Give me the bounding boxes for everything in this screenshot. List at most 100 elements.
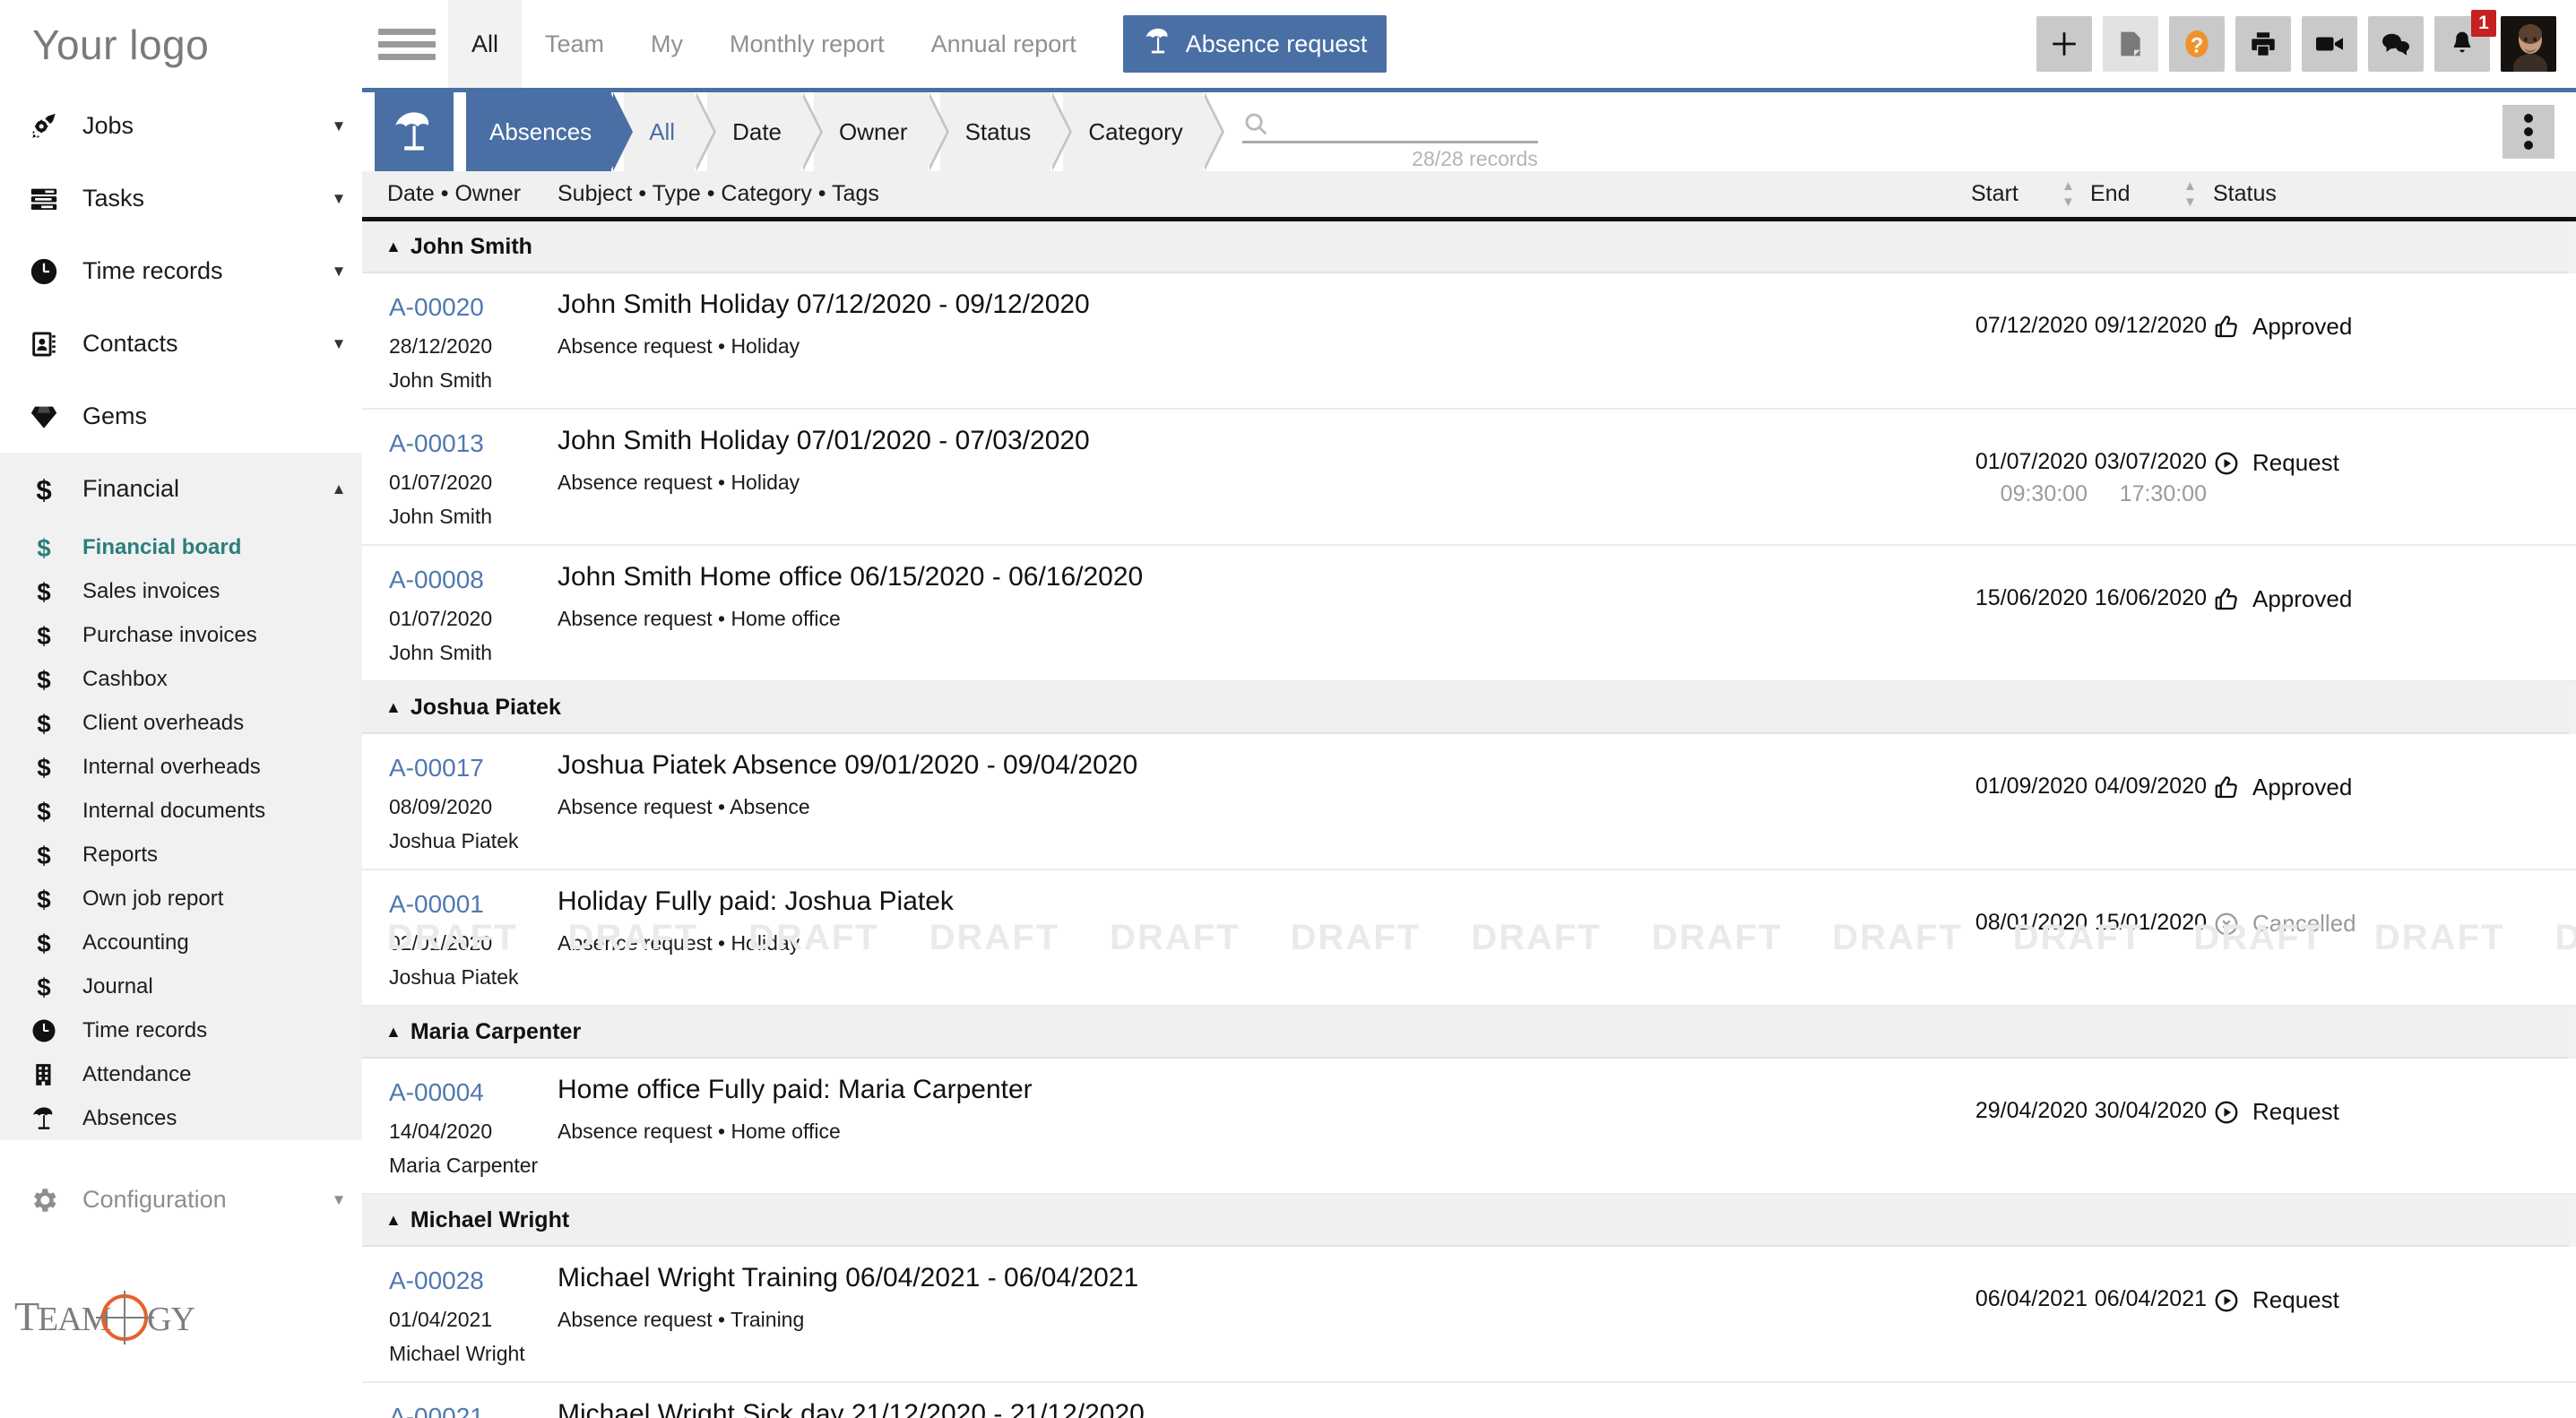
collapse-triangle-icon[interactable]: ▲ bbox=[385, 238, 402, 256]
svg-text:$: $ bbox=[37, 973, 50, 1000]
table-row[interactable]: A-00004 14/04/2020 Maria Carpenter Home … bbox=[362, 1059, 2576, 1195]
sidebar-subitem-internal-overheads[interactable]: $ Internal overheads bbox=[0, 745, 362, 789]
table-row[interactable]: A-00008 01/07/2020 John Smith John Smith… bbox=[362, 546, 2576, 682]
record-code-link[interactable]: A-00017 bbox=[389, 754, 484, 782]
document-button[interactable] bbox=[2103, 16, 2158, 72]
column-header-end[interactable]: End bbox=[2090, 181, 2130, 207]
notifications-button[interactable]: 1 bbox=[2434, 10, 2496, 72]
help-button[interactable]: ? bbox=[2169, 16, 2225, 72]
sidebar-subitem-accounting[interactable]: $ Accounting bbox=[0, 921, 362, 964]
filter-bar: Absences All Date Owner Status Category 28/28… bbox=[362, 92, 2576, 171]
chevron-down-icon[interactable]: ▼ bbox=[316, 117, 362, 135]
column-header-status[interactable]: Status bbox=[2213, 181, 2277, 207]
group-header[interactable]: ▲ Maria Carpenter bbox=[362, 1007, 2576, 1059]
table-body: ▲ John Smith A-00020 28/12/2020 John Smi… bbox=[362, 221, 2576, 1418]
table-row[interactable]: A-00013 01/07/2020 John Smith John Smith… bbox=[362, 410, 2576, 546]
table-row[interactable]: A-00001 02/01/2020 Joshua Piatek Holiday… bbox=[362, 870, 2576, 1007]
sidebar-item-time-records[interactable]: Time records ▼ bbox=[0, 235, 362, 307]
sidebar-item-tasks[interactable]: Tasks ▼ bbox=[0, 162, 362, 235]
group-header[interactable]: ▲ Michael Wright bbox=[362, 1195, 2576, 1247]
dollar-icon: $ bbox=[20, 929, 68, 956]
breadcrumb-owner[interactable]: Owner bbox=[814, 92, 949, 171]
table-row[interactable]: A-00028 01/04/2021 Michael Wright Michae… bbox=[362, 1247, 2576, 1383]
sidebar-subitem-cashbox[interactable]: $ Cashbox bbox=[0, 657, 362, 701]
notification-badge: 1 bbox=[2471, 10, 2496, 37]
table-row[interactable]: A-00017 08/09/2020 Joshua Piatek Joshua … bbox=[362, 734, 2576, 870]
sidebar-subitem-time-records[interactable]: Time records bbox=[0, 1008, 362, 1052]
dollar-icon: $ bbox=[20, 534, 68, 561]
document-icon bbox=[2121, 31, 2140, 56]
sidebar-subitem-purchase-invoices[interactable]: $ Purchase invoices bbox=[0, 613, 362, 657]
sidebar-subitem-own-job-report[interactable]: $ Own job report bbox=[0, 877, 362, 921]
avatar[interactable] bbox=[2501, 16, 2556, 72]
column-header-start[interactable]: Start bbox=[1971, 181, 2018, 207]
record-end-date: 09/12/2020 bbox=[2094, 313, 2207, 338]
sidebar-subitem-internal-documents[interactable]: $ Internal documents bbox=[0, 789, 362, 833]
sidebar-item-configuration[interactable]: Configuration ▼ bbox=[0, 1163, 362, 1236]
collapse-triangle-icon[interactable]: ▲ bbox=[385, 1211, 402, 1230]
absence-request-button[interactable]: Absence request bbox=[1122, 15, 1387, 73]
tab-annual-report[interactable]: Annual report bbox=[908, 0, 1100, 88]
table-row[interactable]: A-00020 28/12/2020 John Smith John Smith… bbox=[362, 273, 2576, 410]
sidebar-subitem-attendance[interactable]: Attendance bbox=[0, 1052, 362, 1096]
chevron-down-icon[interactable]: ▼ bbox=[316, 263, 362, 281]
building-icon bbox=[20, 1061, 68, 1088]
record-code-link[interactable]: A-00004 bbox=[389, 1078, 484, 1107]
sidebar-item-jobs[interactable]: Jobs ▼ bbox=[0, 90, 362, 162]
add-button[interactable] bbox=[2036, 16, 2092, 72]
sidebar-item-financial[interactable]: $ Financial ▲ bbox=[0, 453, 362, 525]
record-code-link[interactable]: A-00020 bbox=[389, 293, 484, 322]
sidebar-subitem-financial-board[interactable]: $ Financial board bbox=[0, 525, 362, 569]
thumbs-up-icon bbox=[2213, 586, 2240, 613]
chevron-down-icon[interactable]: ▼ bbox=[316, 190, 362, 208]
record-code-link[interactable]: A-00028 bbox=[389, 1267, 484, 1295]
group-header[interactable]: ▲ John Smith bbox=[362, 221, 2576, 273]
breadcrumb-category[interactable]: Category bbox=[1063, 92, 1224, 171]
tab-all[interactable]: All bbox=[448, 0, 523, 88]
search-input[interactable] bbox=[1268, 111, 1558, 141]
chat-button[interactable] bbox=[2368, 16, 2424, 72]
table-row[interactable]: A-00021 28/12/2020 Michael Wright Michae… bbox=[362, 1383, 2576, 1418]
record-code-link[interactable]: A-00013 bbox=[389, 429, 484, 458]
sort-end-icon[interactable]: ▲ ▼ bbox=[2183, 179, 2197, 209]
record-owner: Joshua Piatek bbox=[389, 965, 519, 989]
sidebar-subitem-reports[interactable]: $ Reports bbox=[0, 833, 362, 877]
record-code-link[interactable]: A-00021 bbox=[389, 1403, 484, 1418]
breadcrumb-absences[interactable]: Absences bbox=[466, 92, 634, 171]
column-header-date-owner[interactable]: Date • Owner bbox=[387, 181, 521, 207]
record-subject: Home office Fully paid: Maria Carpenter bbox=[558, 1075, 1033, 1104]
breadcrumb-all[interactable]: All bbox=[624, 92, 716, 171]
collapse-triangle-icon[interactable]: ▲ bbox=[385, 698, 402, 717]
record-code-link[interactable]: A-00001 bbox=[389, 890, 484, 919]
tab-monthly-report[interactable]: Monthly report bbox=[706, 0, 908, 88]
print-button[interactable] bbox=[2235, 16, 2291, 72]
record-code-link[interactable]: A-00008 bbox=[389, 566, 484, 594]
dollar-icon: $ bbox=[20, 578, 68, 605]
tab-team[interactable]: Team bbox=[522, 0, 627, 88]
record-owner: Maria Carpenter bbox=[389, 1154, 539, 1177]
group-header[interactable]: ▲ Joshua Piatek bbox=[362, 682, 2576, 734]
breadcrumb-date[interactable]: Date bbox=[707, 92, 823, 171]
parasol-icon bbox=[375, 92, 454, 171]
sidebar-subitem-journal[interactable]: $ Journal bbox=[0, 964, 362, 1008]
chevron-up-icon[interactable]: ▲ bbox=[316, 480, 362, 498]
svg-text:$: $ bbox=[37, 798, 50, 825]
sidebar-item-gems[interactable]: Gems bbox=[0, 380, 362, 453]
sidebar-subitem-absences[interactable]: Absences bbox=[0, 1096, 362, 1140]
sidebar-item-contacts[interactable]: Contacts ▼ bbox=[0, 307, 362, 380]
sidebar: Your logo Jobs ▼ Tasks ▼ Time records ▼ Con… bbox=[0, 0, 362, 1418]
hamburger-icon[interactable] bbox=[378, 28, 436, 60]
kebab-menu-icon[interactable] bbox=[2503, 105, 2554, 159]
chevron-down-icon[interactable]: ▼ bbox=[316, 335, 362, 353]
svg-text:$: $ bbox=[37, 842, 50, 869]
video-button[interactable] bbox=[2302, 16, 2357, 72]
svg-text:$: $ bbox=[37, 754, 50, 781]
column-header-subject[interactable]: Subject • Type • Category • Tags bbox=[558, 181, 879, 207]
sidebar-item-label: Tasks bbox=[82, 185, 145, 212]
sidebar-subitem-client-overheads[interactable]: $ Client overheads bbox=[0, 701, 362, 745]
sidebar-subitem-sales-invoices[interactable]: $ Sales invoices bbox=[0, 569, 362, 613]
sort-start-icon[interactable]: ▲ ▼ bbox=[2062, 179, 2075, 209]
breadcrumb-status[interactable]: Status bbox=[939, 92, 1072, 171]
collapse-triangle-icon[interactable]: ▲ bbox=[385, 1023, 402, 1042]
tab-my[interactable]: My bbox=[627, 0, 706, 88]
